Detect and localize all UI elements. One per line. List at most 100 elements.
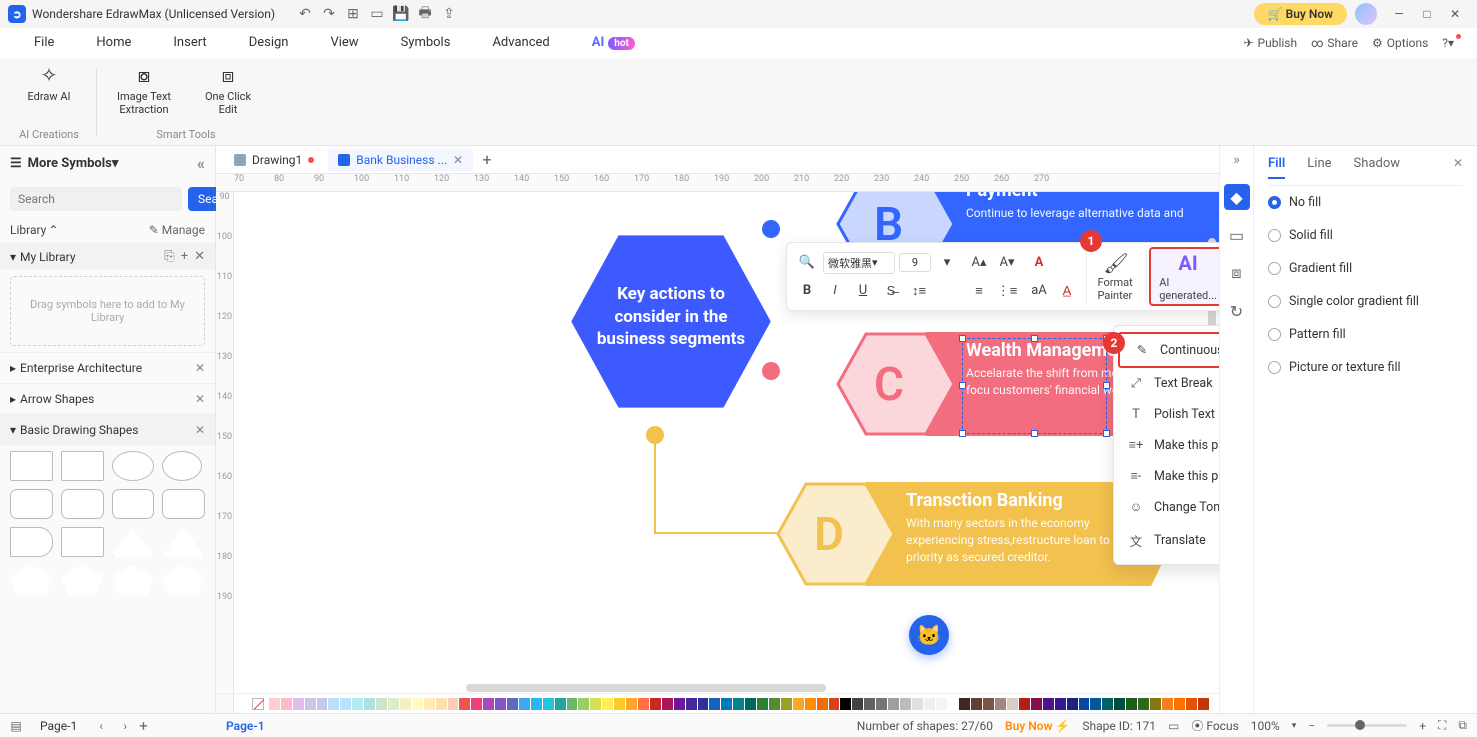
selection-box[interactable]: [962, 338, 1107, 434]
redo-icon[interactable]: ↷: [319, 4, 339, 24]
case-button[interactable]: aA: [1027, 279, 1051, 303]
mylib-close-icon[interactable]: ✕: [194, 249, 205, 264]
mylib-add-icon[interactable]: +: [181, 249, 188, 264]
tab-drawing1[interactable]: Drawing1: [224, 149, 324, 171]
menu-advanced[interactable]: Advanced: [472, 29, 569, 56]
node-wealth[interactable]: Wealth Management Accelarate the shift f…: [836, 332, 956, 436]
color-swatch[interactable]: [781, 698, 792, 710]
shape-triangle2[interactable]: [162, 527, 205, 557]
color-swatch[interactable]: [983, 698, 994, 710]
color-swatch[interactable]: [1186, 698, 1197, 710]
cat1-close-icon[interactable]: ✕: [195, 361, 205, 375]
image-text-extraction-button[interactable]: ⧇Image Text Extraction: [111, 64, 177, 116]
color-swatch[interactable]: [483, 698, 494, 710]
menu-design[interactable]: Design: [229, 29, 309, 56]
undo-icon[interactable]: ↶: [295, 4, 315, 24]
shape-pent3[interactable]: [112, 565, 155, 595]
color-swatch[interactable]: [1174, 698, 1185, 710]
shape-pent4[interactable]: [162, 565, 205, 595]
shape-triangle[interactable]: [112, 527, 155, 557]
color-swatch[interactable]: [817, 698, 828, 710]
color-swatch[interactable]: [698, 698, 709, 710]
color-swatch[interactable]: [436, 698, 447, 710]
color-swatch[interactable]: [495, 698, 506, 710]
chat-fab[interactable]: 🐱: [909, 615, 949, 655]
rp-tab-line[interactable]: Line: [1307, 156, 1331, 179]
fill-opt-none[interactable]: No fill: [1268, 186, 1463, 219]
underline-button[interactable]: U: [851, 279, 875, 303]
color-swatch[interactable]: [805, 698, 816, 710]
menu-insert[interactable]: Insert: [153, 29, 226, 56]
color-swatch[interactable]: [459, 698, 470, 710]
rp-close-icon[interactable]: ✕: [1453, 156, 1463, 179]
new-icon[interactable]: ⊞: [343, 4, 363, 24]
close-button[interactable]: ✕: [1441, 4, 1469, 24]
ai-shorter[interactable]: ≡-Make this passage shorter: [1114, 461, 1219, 492]
menu-home[interactable]: Home: [76, 29, 151, 56]
rp-tab-shadow[interactable]: Shadow: [1354, 156, 1400, 179]
color-swatch[interactable]: [507, 698, 518, 710]
color-swatch[interactable]: [1162, 698, 1173, 710]
numbering-button[interactable]: ⋮≡: [995, 279, 1019, 303]
font-size-input[interactable]: 9: [899, 253, 931, 272]
color-swatch[interactable]: [400, 698, 411, 710]
color-swatch[interactable]: [293, 698, 304, 710]
add-page-button[interactable]: +: [139, 717, 148, 735]
color-swatch[interactable]: [674, 698, 685, 710]
fill-opt-solid[interactable]: Solid fill: [1268, 219, 1463, 252]
ai-continuous-text[interactable]: ✎Continuous Text: [1118, 332, 1219, 368]
one-click-edit-button[interactable]: ⧈One Click Edit: [195, 64, 261, 116]
maximize-button[interactable]: □: [1413, 4, 1441, 24]
color-swatch[interactable]: [829, 698, 840, 710]
color-swatch[interactable]: [1114, 698, 1125, 710]
color-swatch[interactable]: [1198, 698, 1209, 710]
my-library-section[interactable]: ▾ My Library ⎘+✕: [0, 243, 215, 270]
rail-history-icon[interactable]: ↻: [1224, 298, 1250, 324]
color-swatch[interactable]: [757, 698, 768, 710]
color-swatch[interactable]: [376, 698, 387, 710]
color-swatch[interactable]: [924, 698, 935, 710]
color-swatch[interactable]: [1090, 698, 1101, 710]
ai-change-tone[interactable]: ☺Change Tone▸: [1114, 492, 1219, 523]
color-swatch[interactable]: [471, 698, 482, 710]
save-icon[interactable]: 💾: [391, 4, 411, 24]
cat-arrow-shapes[interactable]: ▸ Arrow Shapes✕: [0, 383, 215, 414]
color-swatch[interactable]: [650, 698, 661, 710]
page-prev-icon[interactable]: ‹: [91, 719, 111, 733]
expand-right-panel[interactable]: »: [1233, 152, 1240, 168]
font-name-select[interactable]: 微软雅黑▾: [823, 252, 895, 274]
color-swatch[interactable]: [448, 698, 459, 710]
share-button[interactable]: ∞ Share: [1311, 36, 1358, 50]
page-tab[interactable]: Page-1: [30, 717, 87, 735]
canvas[interactable]: 90100110120130140150160170180190 Key act…: [216, 192, 1219, 713]
color-swatch[interactable]: [1150, 698, 1161, 710]
color-swatch[interactable]: [328, 698, 339, 710]
color-swatch[interactable]: [352, 698, 363, 710]
open-icon[interactable]: ▭: [367, 4, 387, 24]
add-tab-button[interactable]: +: [477, 150, 497, 170]
bold-button[interactable]: B: [795, 279, 819, 303]
manage-button[interactable]: ✎ Manage: [149, 223, 205, 237]
font-search-icon[interactable]: 🔍: [795, 251, 819, 275]
rp-tab-fill[interactable]: Fill: [1268, 156, 1285, 179]
color-swatch[interactable]: [733, 698, 744, 710]
shape-rect[interactable]: [61, 451, 104, 481]
color-swatch[interactable]: [543, 698, 554, 710]
format-painter-button[interactable]: 🖌Format Painter: [1090, 247, 1143, 306]
color-swatch[interactable]: [769, 698, 780, 710]
cat3-close-icon[interactable]: ✕: [195, 423, 205, 437]
fill-opt-gradient[interactable]: Gradient fill: [1268, 252, 1463, 285]
color-swatch[interactable]: [912, 698, 923, 710]
color-swatch[interactable]: [519, 698, 530, 710]
focus-button[interactable]: ⦿ Focus: [1191, 717, 1238, 734]
ai-polish-text[interactable]: TPolish Text: [1114, 399, 1219, 430]
color-swatch[interactable]: [531, 698, 542, 710]
color-swatch[interactable]: [364, 698, 375, 710]
color-swatch[interactable]: [1007, 698, 1018, 710]
color-swatch[interactable]: [936, 698, 947, 710]
print-icon[interactable]: 🖶: [415, 4, 435, 24]
color-swatch[interactable]: [948, 698, 959, 710]
color-swatch[interactable]: [1019, 698, 1030, 710]
collapse-panel-icon[interactable]: «: [197, 154, 205, 173]
menu-file[interactable]: File: [14, 29, 74, 56]
